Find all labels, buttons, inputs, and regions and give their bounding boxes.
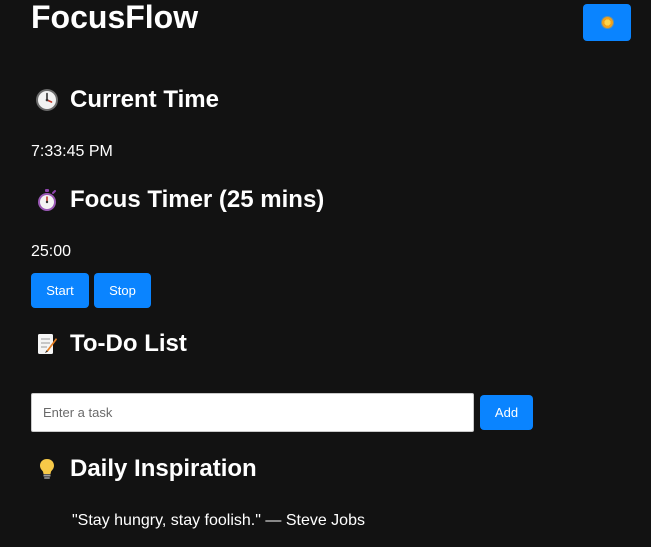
stopwatch-icon	[34, 187, 60, 213]
inspiration-title: Daily Inspiration	[70, 455, 257, 482]
focus-timer-heading: Focus Timer (25 mins)	[34, 186, 324, 214]
sun-icon	[601, 17, 613, 28]
todo-title: To-Do List	[70, 330, 187, 357]
theme-toggle-button[interactable]	[583, 4, 631, 41]
current-time-value: 7:33:45 PM	[31, 143, 113, 160]
current-time-heading: Current Time	[34, 86, 219, 114]
clock-icon	[34, 87, 60, 113]
task-input[interactable]	[31, 393, 474, 432]
start-button[interactable]: Start	[31, 273, 89, 308]
stop-button[interactable]: Stop	[94, 273, 151, 308]
add-task-button[interactable]: Add	[480, 395, 533, 430]
focus-timer-title: Focus Timer (25 mins)	[70, 186, 325, 213]
current-time-title: Current Time	[70, 86, 219, 113]
memo-icon	[34, 331, 60, 357]
inspiration-quote: "Stay hungry, stay foolish." — Steve Job…	[72, 512, 365, 529]
lightbulb-icon	[34, 456, 60, 482]
focus-timer-value: 25:00	[31, 243, 72, 260]
app-title: FocusFlow	[31, 0, 199, 35]
todo-heading: To-Do List	[34, 330, 187, 358]
app-page: FocusFlow Current Time 7:33:45 PM Focus …	[0, 0, 651, 547]
inspiration-heading: Daily Inspiration	[34, 455, 257, 483]
